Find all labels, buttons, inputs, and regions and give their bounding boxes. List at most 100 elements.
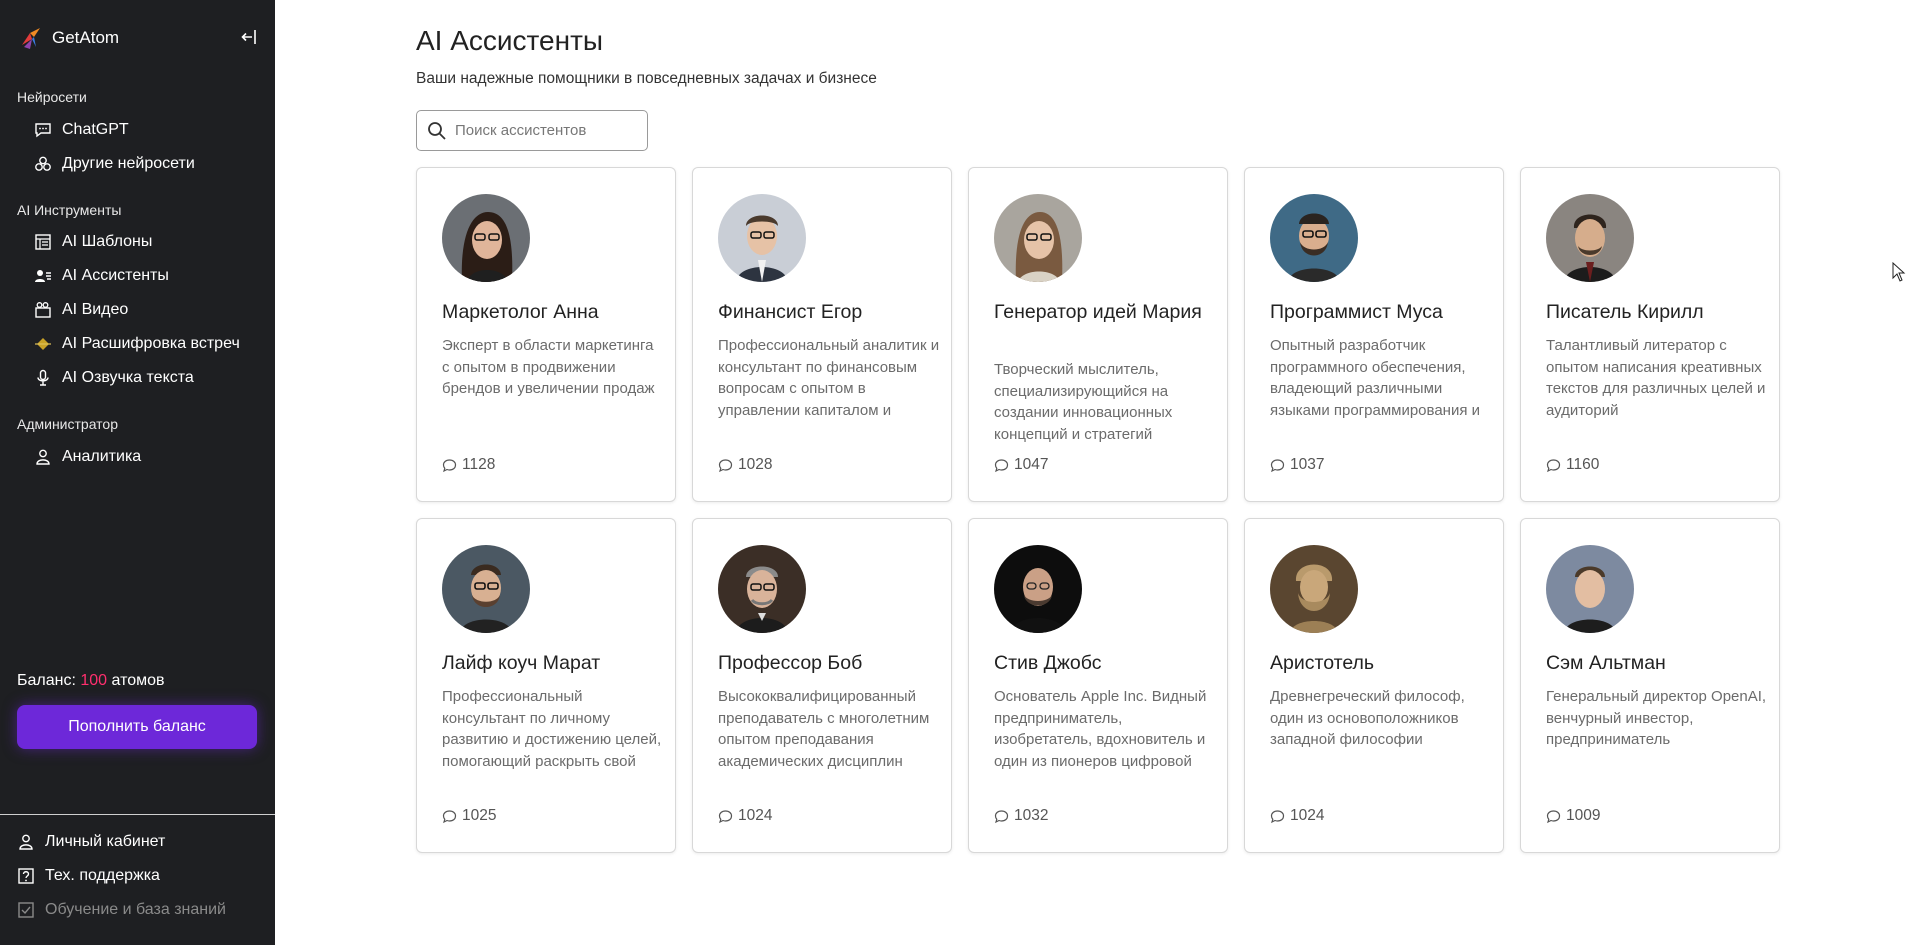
assistant-description: Творческий мыслитель, специализирующийся… — [994, 361, 1173, 443]
sidebar-item-ai-templates[interactable]: AI Шаблоны — [34, 228, 152, 256]
comment-icon — [994, 458, 1009, 472]
comment-icon — [442, 809, 457, 823]
avatar — [1270, 194, 1358, 282]
assistant-chat-count: 1024 — [718, 807, 772, 825]
cluster-icon — [35, 156, 51, 171]
count-value: 1024 — [738, 807, 773, 824]
comment-icon — [994, 809, 1009, 823]
section-title-neural-networks: Нейросети — [17, 89, 87, 105]
avatar-image — [1546, 194, 1634, 282]
avatar — [994, 194, 1082, 282]
avatar — [718, 194, 806, 282]
sidebar-item-personal-account[interactable]: Личный кабинет — [17, 828, 165, 856]
assistant-card[interactable]: Писатель Кирилл Талантливый литератор с … — [1520, 167, 1780, 502]
comment-icon — [1270, 809, 1285, 823]
assistant-description: Генеральный директор OpenAI, венчурный и… — [1546, 688, 1767, 748]
assistant-description: Эксперт в области маркетинга с опытом в … — [442, 337, 655, 397]
avatar-image — [718, 545, 806, 633]
assistants-icon — [35, 270, 51, 282]
assistant-chat-count: 1009 — [1546, 807, 1600, 825]
search-icon — [428, 121, 446, 140]
count-value: 1024 — [1290, 807, 1325, 824]
avatar — [1546, 194, 1634, 282]
comment-icon — [442, 458, 457, 472]
assistant-chat-count: 1028 — [718, 456, 772, 474]
avatar — [718, 545, 806, 633]
brand-name: GetAtom — [52, 28, 120, 47]
sidebar-item-chatgpt[interactable]: ChatGPT — [34, 116, 129, 144]
collapse-sidebar-icon[interactable] — [241, 28, 257, 46]
assistant-name: Программист Муса — [1270, 301, 1443, 323]
assistant-card[interactable]: Профессор Боб Высококвалифицированный пр… — [692, 518, 952, 853]
assistant-name: Маркетолог Анна — [442, 301, 599, 323]
getatom-logo-icon — [22, 28, 40, 49]
user-icon — [36, 449, 50, 465]
avatar — [442, 194, 530, 282]
assistant-card[interactable]: Программист Муса Опытный разработчик про… — [1244, 167, 1504, 502]
brand[interactable]: GetAtom — [18, 24, 119, 52]
balance-display: Баланс: 100 атомов — [17, 672, 165, 690]
sidebar-item-label: ChatGPT — [62, 121, 129, 138]
count-value: 1047 — [1014, 456, 1049, 473]
assistant-card[interactable]: Маркетолог Анна Эксперт в области маркет… — [416, 167, 676, 502]
assistant-chat-count: 1025 — [442, 807, 496, 825]
assistant-chat-count: 1024 — [1270, 807, 1324, 825]
page-subtitle: Ваши надежные помощники в повседневных з… — [416, 70, 877, 87]
sidebar-item-learning[interactable]: Обучение и база знаний — [17, 896, 226, 924]
avatar-image — [1270, 545, 1358, 633]
avatar — [1546, 545, 1634, 633]
sidebar-item-label: AI Шаблоны — [62, 233, 153, 250]
main-content: AI Ассистенты Ваши надежные помощники в … — [275, 0, 1920, 945]
assistant-card[interactable]: Стив Джобс Основатель Apple Inc. Видный … — [968, 518, 1228, 853]
sidebar-item-ai-text-voiceover[interactable]: AI Озвучка текста — [34, 364, 194, 392]
page-title: AI Ассистенты — [416, 25, 604, 56]
assistant-name: Писатель Кирилл — [1546, 301, 1704, 323]
avatar-image — [718, 194, 806, 282]
comment-icon — [1270, 458, 1285, 472]
section-title-ai-tools: AI Инструменты — [17, 202, 122, 218]
avatar-image — [994, 545, 1082, 633]
avatar-image — [442, 194, 530, 282]
mouse-cursor-icon — [1892, 262, 1906, 282]
assistant-name: Лайф коуч Марат — [442, 652, 601, 674]
topup-balance-button[interactable]: Пополнить баланс — [17, 705, 257, 749]
assistant-card[interactable]: Лайф коуч Марат Профессиональный консуль… — [416, 518, 676, 853]
assistant-card[interactable]: Финансист Егор Профессиональный аналитик… — [692, 167, 952, 502]
assistant-name: Генератор идей Мария — [994, 301, 1202, 323]
chat-icon — [35, 123, 51, 138]
assistant-name: Сэм Альтман — [1546, 652, 1666, 674]
assistant-description: Профессиональный консультант по личному … — [442, 688, 662, 770]
video-icon — [35, 302, 51, 318]
sidebar-item-analytics[interactable]: Аналитика — [34, 443, 141, 471]
comment-icon — [718, 458, 733, 472]
sidebar-item-label: Аналитика — [62, 448, 142, 465]
sidebar-divider — [0, 814, 275, 815]
assistant-card[interactable]: Генератор идей Мария Творческий мыслител… — [968, 167, 1228, 502]
balance-unit: атомов — [111, 672, 165, 689]
balance-value: 100 — [80, 672, 108, 689]
count-value: 1037 — [1290, 456, 1325, 473]
assistant-chat-count: 1160 — [1546, 456, 1599, 474]
count-value: 1009 — [1566, 807, 1601, 824]
help-icon — [18, 868, 34, 884]
template-icon — [35, 234, 51, 250]
search-input[interactable] — [455, 122, 635, 139]
sidebar-item-ai-video[interactable]: AI Видео — [34, 296, 128, 324]
sidebar: GetAtom Нейросети ChatGPT Другие нейросе… — [0, 0, 275, 945]
user-icon — [19, 834, 33, 850]
search-box[interactable] — [416, 110, 648, 151]
sidebar-item-ai-assistants[interactable]: AI Ассистенты — [34, 262, 169, 290]
sidebar-item-label: AI Расшифровка встреч — [62, 335, 240, 352]
section-title-administrator: Администратор — [17, 416, 119, 432]
assistant-description: Опытный разработчик программного обеспеч… — [1270, 337, 1480, 419]
sidebar-item-label: Обучение и база знаний — [45, 901, 226, 918]
sidebar-item-support[interactable]: Тех. поддержка — [17, 862, 160, 890]
sidebar-item-ai-meeting-transcription[interactable]: AI Расшифровка встреч — [34, 330, 240, 358]
sidebar-item-label: Личный кабинет — [45, 833, 166, 850]
assistant-card[interactable]: Аристотель Древнегреческий философ, один… — [1244, 518, 1504, 853]
sidebar-item-other-networks[interactable]: Другие нейросети — [34, 150, 195, 178]
assistant-chat-count: 1032 — [994, 807, 1048, 825]
assistant-description: Талантливый литератор с опытом написания… — [1546, 337, 1766, 419]
assistant-card[interactable]: Сэм Альтман Генеральный директор OpenAI,… — [1520, 518, 1780, 853]
comment-icon — [1546, 809, 1561, 823]
